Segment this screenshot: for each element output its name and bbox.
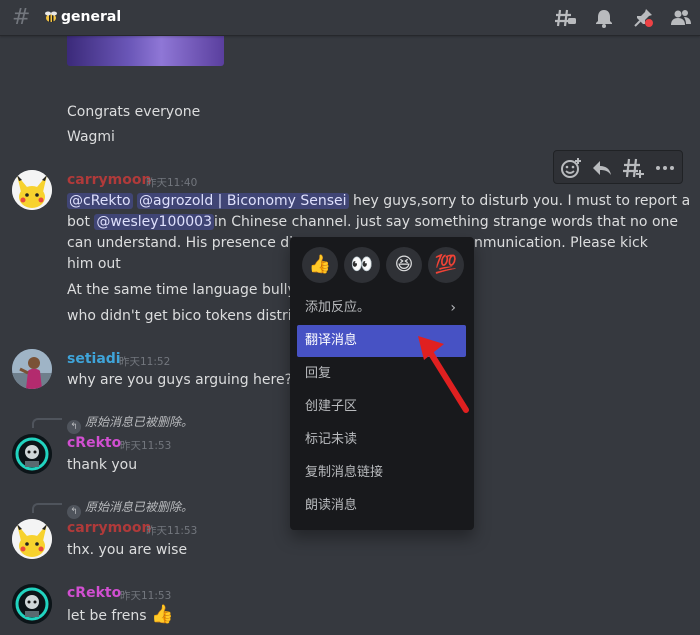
message-author[interactable]: carrymoon — [67, 172, 151, 188]
timestamp: 昨天11:40 — [146, 177, 198, 189]
reply-reference[interactable]: ↰ 原始消息已被删除。 — [67, 498, 193, 519]
menu-item-copy-link[interactable]: 复制消息链接 — [297, 457, 466, 489]
reply-connector — [32, 418, 62, 428]
bee-emoji-icon — [45, 11, 57, 22]
user-mention[interactable]: @wesley100003 — [94, 214, 214, 230]
message-text: nmunication. Please kick — [474, 235, 648, 251]
channel-header: # general — [0, 0, 700, 36]
message-author[interactable]: cRekto — [67, 585, 121, 601]
message-author[interactable]: setiadi — [67, 351, 121, 367]
menu-item-mark-unread[interactable]: 标记未读 — [297, 424, 466, 456]
message-text: Wagmi — [67, 129, 115, 145]
chevron-right-icon: › — [450, 300, 456, 316]
menu-item-add-reaction[interactable]: 添加反应。 › — [297, 292, 466, 324]
crekto-avatar-icon — [12, 584, 52, 624]
message-author[interactable]: carrymoon — [67, 520, 151, 536]
timestamp: 昨天11:53 — [120, 590, 172, 602]
more-options-icon[interactable] — [653, 156, 677, 180]
message-text: bot @wesley100003 in Chinese channel. jus… — [67, 212, 678, 233]
timestamp: 昨天11:52 — [119, 356, 171, 368]
avatar[interactable] — [12, 349, 52, 389]
menu-item-label: 添加反应。 — [305, 300, 371, 315]
reply-connector — [32, 503, 62, 513]
message-text: @cRekto @agrozold | Biconomy Sensei hey … — [67, 191, 690, 212]
quick-reaction-thumbs-up[interactable]: 👍 — [302, 247, 338, 283]
image-attachment[interactable] — [67, 36, 224, 66]
create-thread-icon[interactable] — [622, 156, 646, 180]
channel-name: general — [61, 9, 122, 25]
timestamp: 昨天11:53 — [146, 525, 198, 537]
pikachu-avatar-icon — [12, 170, 52, 210]
reply-reference[interactable]: ↰ 原始消息已被删除。 — [67, 413, 193, 434]
message-text: thank you — [67, 457, 138, 473]
quick-reaction-laughing[interactable]: 😆 — [386, 247, 422, 283]
user-mention[interactable]: @agrozold | Biconomy Sensei — [137, 193, 349, 209]
user-photo-avatar-icon — [12, 349, 52, 389]
timestamp: 昨天11:53 — [120, 440, 172, 452]
avatar[interactable] — [12, 170, 52, 210]
avatar[interactable] — [12, 434, 52, 474]
menu-item-read-aloud[interactable]: 朗读消息 — [297, 490, 466, 522]
reply-arrow-icon: ↰ — [67, 420, 81, 434]
message-text: him out — [67, 256, 121, 272]
pikachu-avatar-icon — [12, 519, 52, 559]
message-text-fragment: in Chinese channel. just say something s… — [214, 214, 678, 230]
message-text: thx. you are wise — [67, 542, 188, 558]
message-text: Congrats everyone — [67, 104, 201, 120]
message-hover-toolbar — [553, 150, 683, 184]
avatar[interactable] — [12, 519, 52, 559]
members-icon[interactable] — [670, 7, 692, 29]
message-text: can understand. His presence distu — [67, 235, 315, 251]
message-text: let be frens 👍 — [67, 604, 173, 627]
reply-arrow-icon: ↰ — [67, 505, 81, 519]
message-text: At the same time language bullyin — [67, 282, 309, 298]
reply-icon[interactable] — [590, 156, 614, 180]
annotation-arrow-icon — [418, 336, 469, 413]
message-text: who didn't get bico tokens distribu — [67, 308, 310, 324]
user-mention[interactable]: @cRekto — [67, 193, 133, 209]
message-text-fragment: bot — [67, 214, 90, 230]
bell-icon[interactable] — [593, 7, 615, 29]
quick-reaction-hundred[interactable]: 💯 — [428, 247, 464, 283]
deleted-reply-text: 原始消息已被删除。 — [85, 415, 194, 429]
message-text-fragment: hey guys,sorry to disturb you. I must to… — [353, 193, 691, 209]
thumbs-up-emoji-icon: 👍 — [151, 604, 174, 625]
avatar[interactable] — [12, 584, 52, 624]
quick-reaction-eyes[interactable]: 👀 — [344, 247, 380, 283]
deleted-reply-text: 原始消息已被删除。 — [85, 500, 194, 514]
pin-icon[interactable] — [632, 7, 654, 29]
message-author[interactable]: cRekto — [67, 435, 121, 451]
threads-icon[interactable] — [555, 7, 577, 29]
hashtag-icon: # — [12, 5, 31, 30]
add-reaction-icon[interactable] — [559, 156, 583, 180]
message-text: why are you guys arguing here? — [67, 372, 293, 388]
crekto-avatar-icon — [12, 434, 52, 474]
message-text-fragment: let be frens — [67, 608, 147, 624]
